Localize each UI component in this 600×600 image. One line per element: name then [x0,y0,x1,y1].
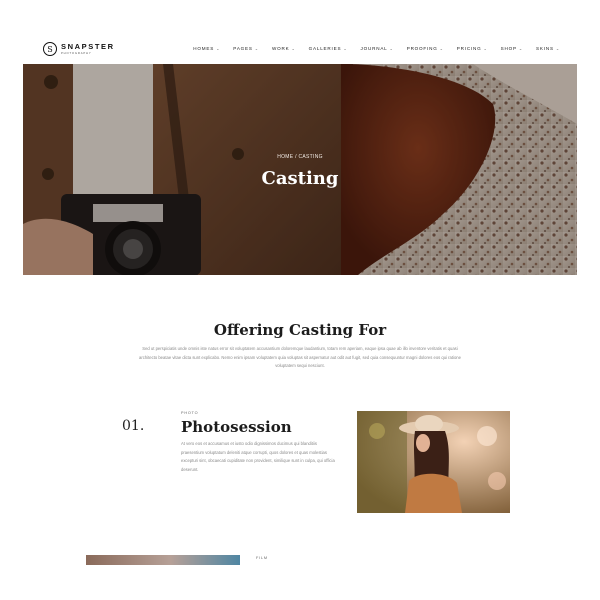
chevron-down-icon: ⌄ [389,46,394,51]
nav-item-label: PROOFING [406,46,438,51]
nav-item-proofing[interactable]: PROOFING ⌄ [407,46,444,51]
nav-item-skins[interactable]: SKINS ⌄ [536,46,560,51]
nav-item-work[interactable]: WORK ⌄ [272,46,296,51]
chevron-down-icon: ⌄ [343,46,348,51]
main-nav: HOMES ⌄ PAGES ⌄ WORK ⌄ GALLERIES ⌄ JOURNAL ⌄ … [180,46,560,51]
section-description: Sed ut perspiciatis unde omnis iste natu… [139,346,461,369]
item-title[interactable]: Photosession [181,418,292,436]
chevron-down-icon: ⌄ [483,46,488,51]
nav-item-label: SHOP [500,46,517,51]
item-photo[interactable] [86,555,240,565]
brand-name: SNAPSTER [61,42,115,52]
brand-tagline: PHOTOGRAPHY [61,50,92,55]
site-header: S SNAPSTER PHOTOGRAPHY HOMES ⌄ PAGES ⌄ WOR… [0,38,600,64]
logo[interactable]: S SNAPSTER PHOTOGRAPHY [43,42,115,56]
breadcrumb[interactable]: HOME / CASTING [23,154,577,160]
hero-banner: HOME / CASTING Casting [23,64,577,275]
nav-item-journal[interactable]: JOURNAL ⌄ [361,46,394,51]
nav-item-label: HOMES [193,46,215,51]
logo-mark-icon: S [43,42,57,56]
item-description: At vero eos et accusamus et iusto odio d… [181,441,335,472]
chevron-down-icon: ⌄ [254,46,259,51]
chevron-down-icon: ⌄ [216,46,221,51]
item-category[interactable]: PHOTO [181,411,198,415]
item-category[interactable]: FILM [256,556,268,560]
chevron-down-icon: ⌄ [555,46,560,51]
logo-text: SNAPSTER PHOTOGRAPHY [61,43,115,54]
item-number: 01. [122,418,145,434]
photosession-image [357,411,510,513]
nav-item-homes[interactable]: HOMES ⌄ [193,46,220,51]
nav-item-label: PAGES [233,46,253,51]
page-title: Casting [261,168,339,189]
nav-item-shop[interactable]: SHOP ⌄ [501,46,523,51]
nav-item-label: WORK [271,46,290,51]
chevron-down-icon: ⌄ [518,46,524,51]
nav-item-label: SKINS [536,46,554,51]
nav-item-galleries[interactable]: GALLERIES ⌄ [309,46,348,51]
nav-item-label: GALLERIES [308,46,342,51]
nav-item-label: JOURNAL [360,46,388,51]
section-title: Offering Casting For [213,321,387,339]
chevron-down-icon: ⌄ [291,46,296,51]
chevron-down-icon: ⌄ [439,46,444,51]
nav-item-pricing[interactable]: PRICING ⌄ [457,46,488,51]
item-photo[interactable] [357,411,510,513]
nav-item-label: PRICING [456,46,482,51]
nav-item-pages[interactable]: PAGES ⌄ [233,46,259,51]
